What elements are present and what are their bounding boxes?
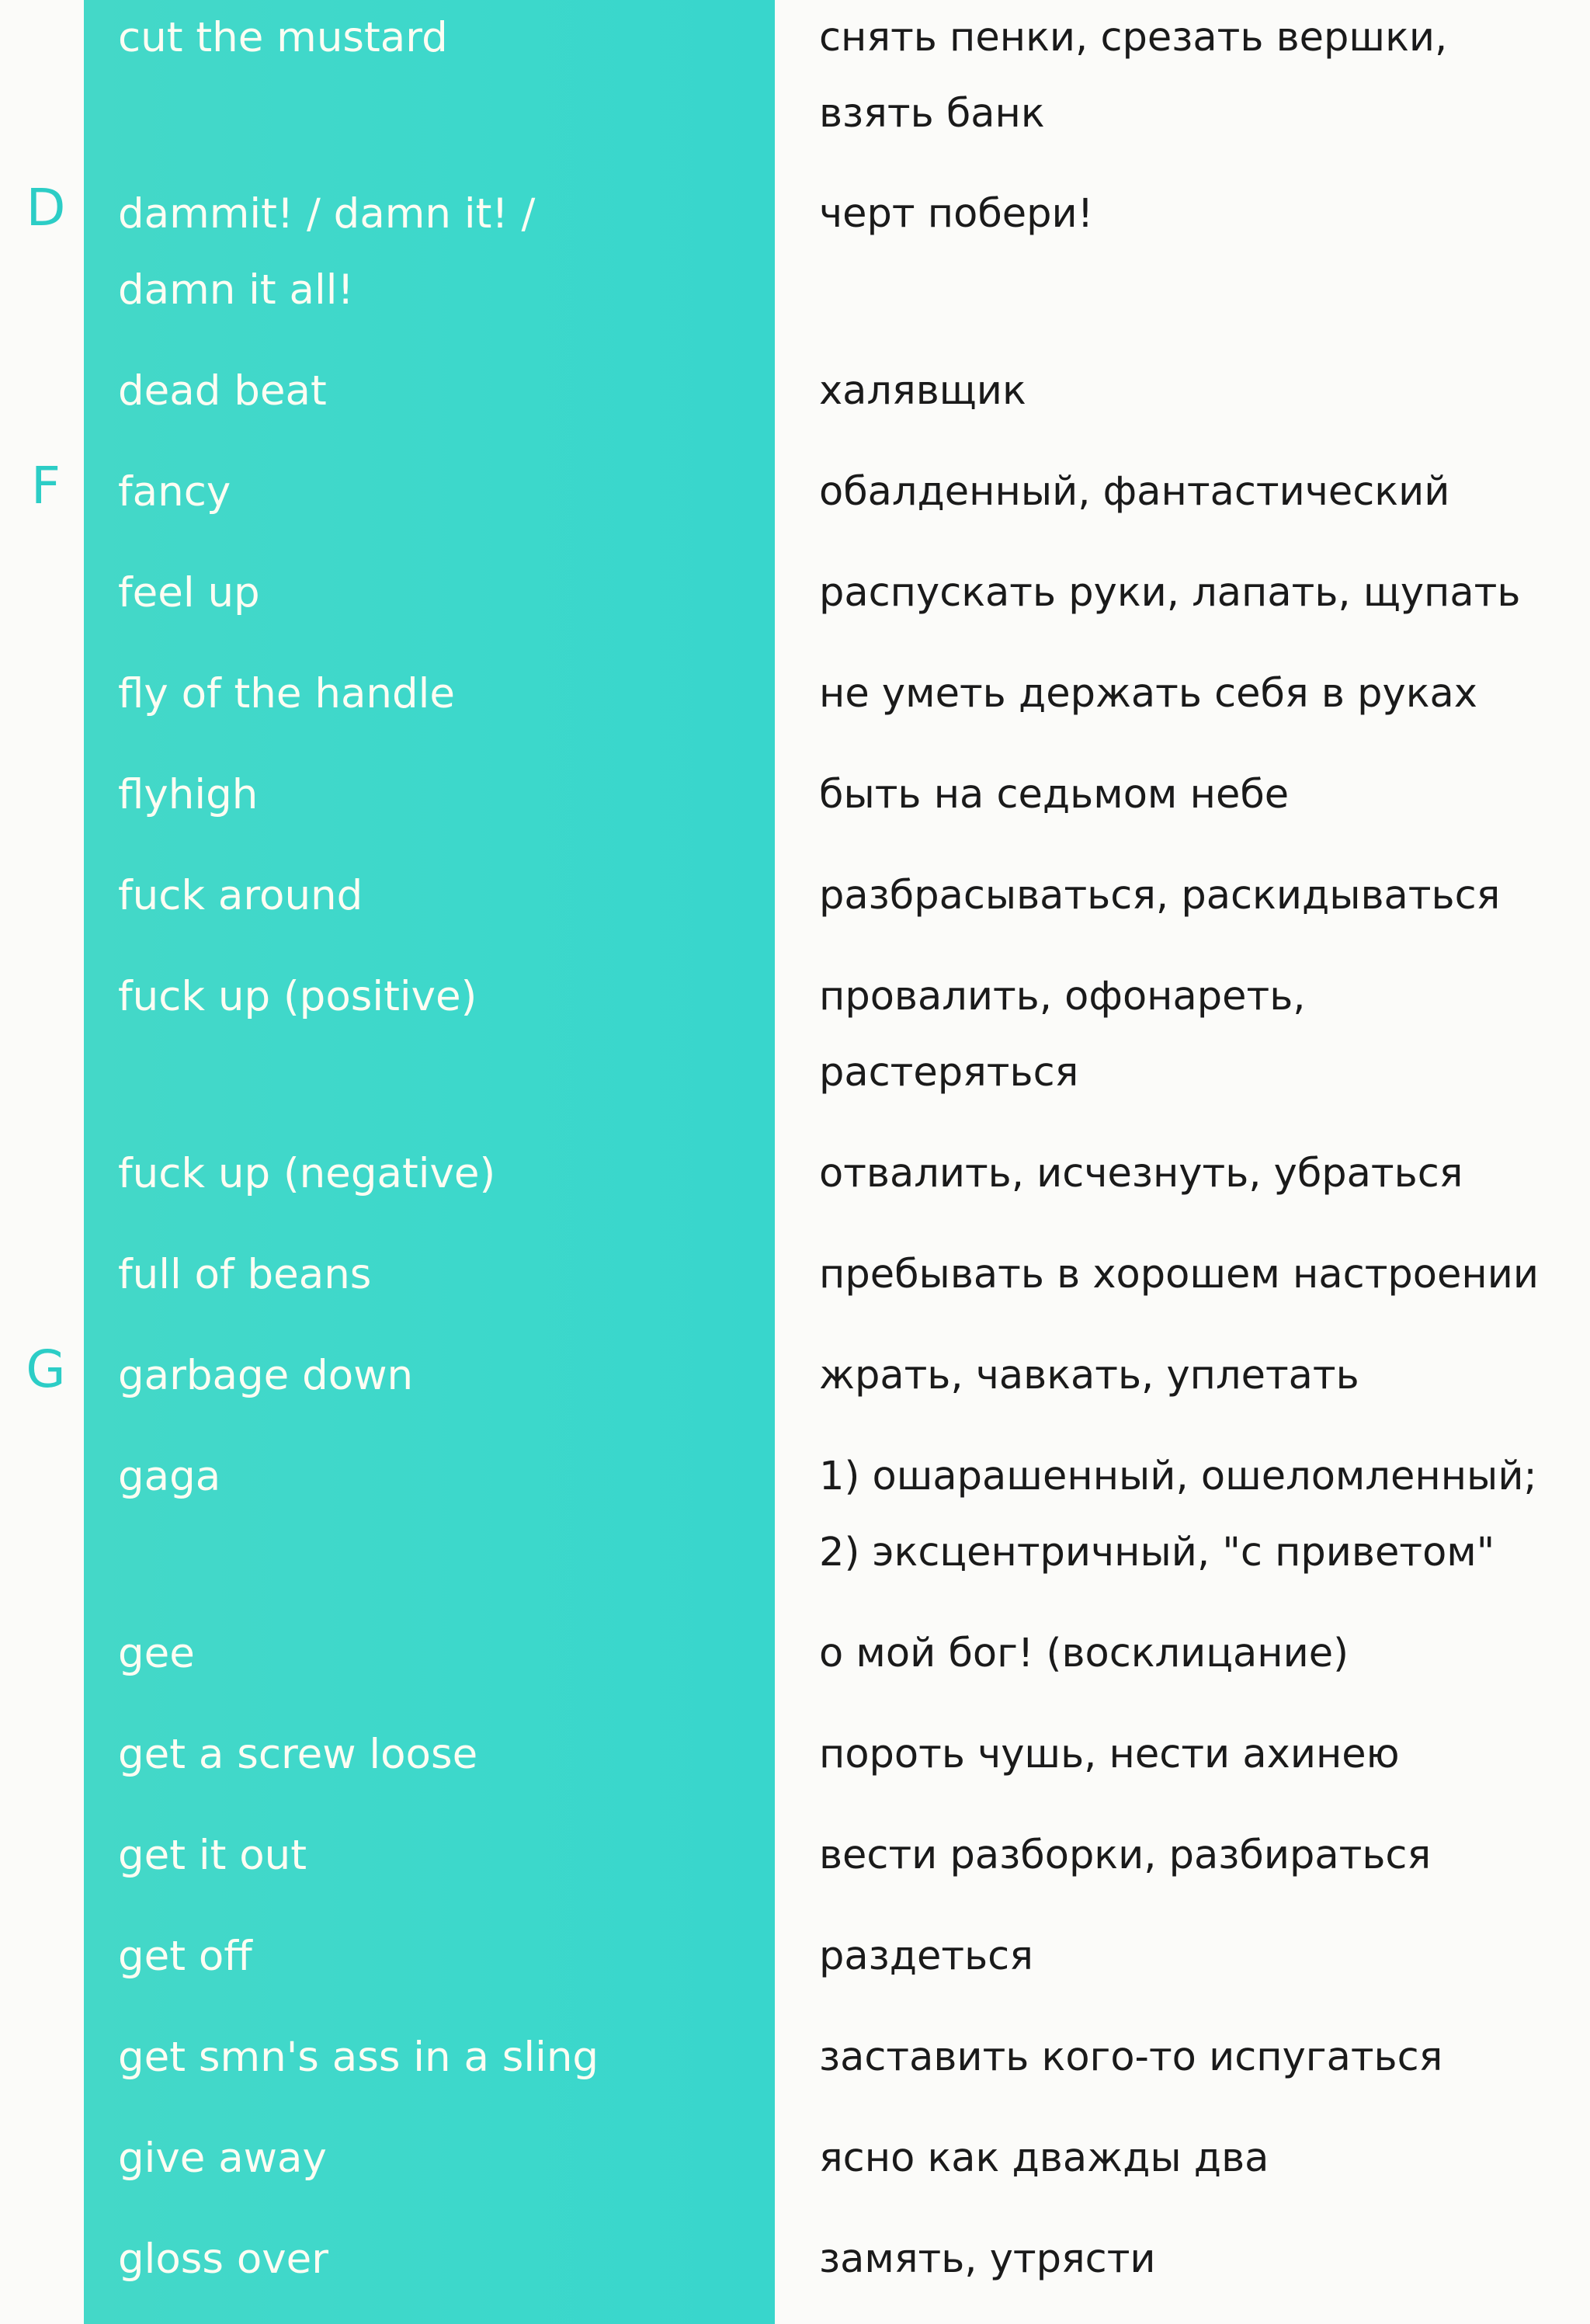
russian-translation: разбрасываться, раскидываться	[819, 873, 1501, 919]
russian-translation: провалить, офонареть, растеряться	[819, 974, 1306, 1096]
english-term: dammit! / damn it! / damn it all!	[118, 190, 536, 314]
russian-translation: жрать, чавкать, уплетать	[819, 1353, 1359, 1398]
russian-translation: пороть чушь, нести ахинею	[819, 1732, 1400, 1777]
english-term: gloss over	[118, 2235, 329, 2283]
english-term: fuck up (positive)	[118, 973, 477, 1020]
english-term: get off	[118, 1933, 252, 1980]
english-term: fuck up (negative)	[118, 1150, 496, 1197]
russian-translation: черт побери!	[819, 191, 1094, 237]
russian-translation: о мой бог! (восклицание)	[819, 1631, 1349, 1676]
russian-translation: быть на седьмом небе	[819, 772, 1290, 818]
russian-translation: обалденный, фантастический	[819, 469, 1450, 515]
english-term: give away	[118, 2135, 327, 2182]
english-term: get it out	[118, 1832, 307, 1879]
english-term: fuck around	[118, 872, 363, 919]
russian-translation: 1) ошарашенный, ошеломленный; 2) эксцент…	[819, 1454, 1537, 1575]
english-term: fly of the handle	[118, 670, 455, 717]
russian-translation: замять, утрясти	[819, 2236, 1156, 2282]
section-letter: D	[26, 178, 66, 238]
english-term: get a screw loose	[118, 1731, 478, 1778]
russian-translation: не уметь держать себя в руках	[819, 671, 1477, 717]
section-letter: F	[31, 456, 61, 516]
english-term: garbage down	[118, 1352, 414, 1399]
russian-translation: заставить кого-то испугаться	[819, 2034, 1443, 2080]
russian-translation: вести разборки, разбираться	[819, 1832, 1432, 1878]
english-term: flyhigh	[118, 771, 259, 818]
russian-translation: распускать руки, лапать, щупать	[819, 570, 1521, 616]
russian-translation: отвалить, исчезнуть, убраться	[819, 1151, 1463, 1197]
english-term: get smn's ass in a sling	[118, 2034, 599, 2081]
russian-translation: снять пенки, срезать вершки, взять банк	[819, 15, 1448, 137]
russian-translation: раздеться	[819, 1933, 1033, 1979]
english-term: gee	[118, 1630, 195, 1677]
english-term: dead beat	[118, 367, 327, 415]
english-term: full of beans	[118, 1251, 372, 1298]
english-term: gaga	[118, 1453, 221, 1500]
english-term: cut the mustard	[118, 14, 448, 61]
english-term: feel up	[118, 569, 260, 617]
russian-translation: ясно как дважды два	[819, 2135, 1269, 2181]
english-term: fancy	[118, 468, 231, 516]
russian-translation: халявщик	[819, 368, 1026, 414]
russian-translation: пребывать в хорошем настроении	[819, 1252, 1539, 1297]
section-letter: G	[26, 1339, 66, 1399]
